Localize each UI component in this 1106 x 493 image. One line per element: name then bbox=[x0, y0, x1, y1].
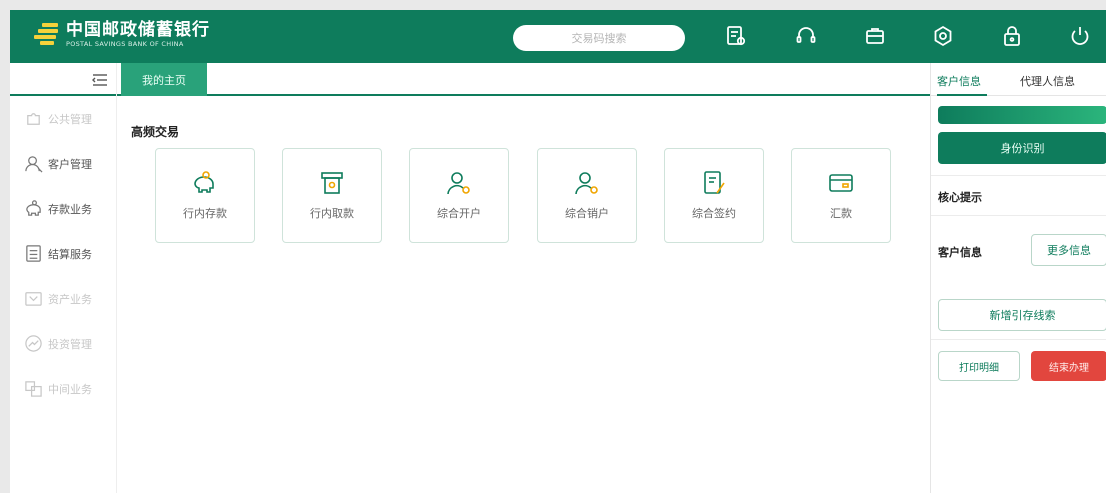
sidebar-item-label: 结算服务 bbox=[48, 247, 92, 261]
piggy-bank-icon bbox=[194, 171, 214, 193]
customer-info-label: 客户信息 bbox=[938, 246, 982, 259]
card-comprehensive-account-opening[interactable]: 综合开户 bbox=[409, 148, 509, 243]
card-label: 综合签约 bbox=[692, 207, 736, 220]
section-title: 高频交易 bbox=[131, 125, 180, 139]
power-icon[interactable] bbox=[1068, 24, 1092, 48]
sidebar-item-settlement-service[interactable]: 结算服务 bbox=[10, 231, 116, 276]
card-label: 汇款 bbox=[830, 207, 852, 220]
sidebar-item-label: 中间业务 bbox=[48, 382, 92, 396]
active-tab-indicator bbox=[937, 94, 987, 96]
tab-customer-info[interactable]: 客户信息 bbox=[937, 73, 981, 89]
trend-icon bbox=[25, 335, 42, 352]
bank-logo: 中国邮政储蓄银行 POSTAL SAVINGS BANK OF CHINA bbox=[32, 21, 210, 48]
psbc-logo-icon bbox=[32, 22, 60, 48]
card-in-bank-deposit[interactable]: 行内存款 bbox=[155, 148, 255, 243]
identity-recognition-button[interactable]: 身份识别 bbox=[938, 132, 1106, 164]
lock-icon[interactable] bbox=[1000, 24, 1024, 48]
customer-info-panel: 客户信息 代理人信息 身份识别 核心提示 客户信息 更多信息 新增引存线索 打印… bbox=[930, 63, 1106, 493]
tab-bar: 我的主页 bbox=[117, 63, 930, 96]
atm-icon bbox=[321, 172, 343, 194]
new-deposit-clue-button[interactable]: 新增引存线索 bbox=[938, 299, 1106, 331]
piggy-bank-icon bbox=[26, 200, 41, 216]
sidebar: 公共管理 客户管理 存款业务 结算服务 资产业务 投资管理 中间业务 bbox=[10, 63, 117, 493]
menu-collapse-icon[interactable] bbox=[92, 72, 108, 86]
document-icon[interactable] bbox=[724, 24, 748, 48]
transaction-search-input[interactable] bbox=[513, 25, 685, 51]
status-bar bbox=[938, 106, 1106, 124]
sidebar-item-customer-management[interactable]: 客户管理 bbox=[10, 141, 116, 186]
sidebar-item-deposit-business[interactable]: 存款业务 bbox=[10, 186, 116, 231]
main-content: 高频交易 行内存款 行内取款 综合开户 综合销户 综合签约 汇款 bbox=[117, 98, 930, 493]
sidebar-item-label: 客户管理 bbox=[48, 157, 92, 171]
sidebar-item-investment-management[interactable]: 投资管理 bbox=[10, 321, 116, 366]
headset-icon[interactable] bbox=[794, 24, 818, 48]
sidebar-item-label: 存款业务 bbox=[48, 202, 92, 216]
core-tip-label: 核心提示 bbox=[938, 191, 982, 204]
card-in-bank-withdrawal[interactable]: 行内取款 bbox=[282, 148, 382, 243]
top-header: 中国邮政储蓄银行 POSTAL SAVINGS BANK OF CHINA bbox=[10, 10, 1106, 63]
asset-icon bbox=[25, 292, 42, 306]
briefcase-icon[interactable] bbox=[863, 24, 887, 48]
sidebar-item-intermediary-business[interactable]: 中间业务 bbox=[10, 366, 116, 411]
tab-agent-info[interactable]: 代理人信息 bbox=[1020, 73, 1075, 89]
sidebar-item-asset-business[interactable]: 资产业务 bbox=[10, 276, 116, 321]
sidebar-item-label: 公共管理 bbox=[48, 112, 92, 126]
sidebar-item-label: 投资管理 bbox=[48, 337, 92, 351]
card-comprehensive-account-closing[interactable]: 综合销户 bbox=[537, 148, 637, 243]
user-icon bbox=[25, 156, 43, 173]
bank-name-en: POSTAL SAVINGS BANK OF CHINA bbox=[66, 40, 184, 48]
card-label: 行内存款 bbox=[183, 207, 227, 220]
end-processing-button[interactable]: 结束办理 bbox=[1031, 351, 1106, 381]
sidebar-item-public-management[interactable]: 公共管理 bbox=[10, 96, 116, 141]
user-add-icon bbox=[447, 172, 470, 195]
more-info-button[interactable]: 更多信息 bbox=[1031, 234, 1106, 266]
user-remove-icon bbox=[575, 172, 598, 195]
bank-name-cn: 中国邮政储蓄银行 bbox=[66, 20, 210, 40]
sidebar-item-label: 资产业务 bbox=[48, 292, 92, 306]
card-remittance[interactable]: 汇款 bbox=[791, 148, 891, 243]
card-label: 综合销户 bbox=[565, 207, 609, 220]
settings-icon[interactable] bbox=[931, 24, 955, 48]
card-comprehensive-signing[interactable]: 综合签约 bbox=[664, 148, 764, 243]
puzzle-icon bbox=[27, 113, 40, 125]
print-details-button[interactable]: 打印明细 bbox=[938, 351, 1020, 381]
card-label: 综合开户 bbox=[437, 207, 481, 220]
app-window: 中国邮政储蓄银行 POSTAL SAVINGS BANK OF CHINA 交易… bbox=[10, 10, 1106, 493]
tab-my-homepage[interactable]: 我的主页 bbox=[121, 63, 207, 96]
sign-document-icon bbox=[704, 171, 725, 194]
box-icon bbox=[25, 381, 42, 397]
card-label: 行内取款 bbox=[310, 207, 354, 220]
card-icon bbox=[829, 174, 853, 192]
calculator-icon bbox=[26, 245, 41, 262]
